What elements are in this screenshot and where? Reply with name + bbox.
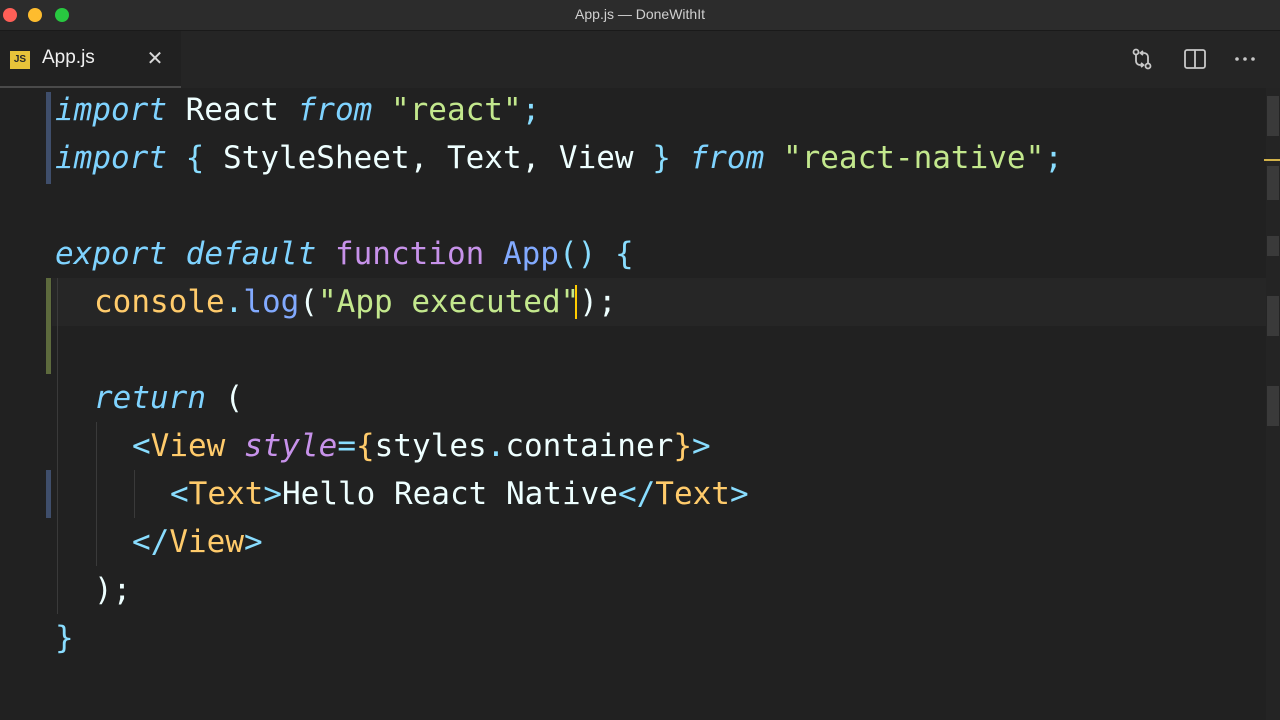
code-line-12: } (55, 620, 74, 656)
gutter-modified-marker (46, 92, 51, 184)
split-editor-icon[interactable] (1182, 46, 1208, 72)
gutter-modified-marker (46, 470, 51, 518)
code-editor[interactable]: import React from "react"; import { Styl… (0, 88, 1266, 720)
code-line-11: ); (94, 572, 132, 608)
overview-ruler-mark (1267, 236, 1279, 256)
code-line-5: console.log("App executed"); (94, 284, 617, 320)
title-bar: App.js — DoneWithIt (0, 0, 1280, 31)
overview-ruler-mark (1267, 96, 1279, 136)
code-line-1: import React from "react"; (55, 92, 541, 128)
code-line-4: export default function App() { (55, 236, 634, 272)
overview-ruler-mark (1267, 166, 1279, 200)
overview-ruler-mark (1267, 296, 1279, 336)
code-line-9: <Text>Hello React Native</Text> (170, 476, 749, 512)
text-cursor (575, 285, 577, 319)
window-title: App.js — DoneWithIt (575, 6, 705, 22)
code-line-10: </View> (132, 524, 263, 560)
javascript-file-icon: JS (10, 51, 30, 69)
indent-guide (134, 470, 135, 518)
editor-window: App.js — DoneWithIt JS App.js ✕ import R… (0, 0, 1280, 720)
code-line-7: return ( (94, 380, 244, 416)
git-compare-icon[interactable] (1129, 46, 1155, 72)
tab-label: App.js (42, 47, 95, 68)
tab-close-icon[interactable]: ✕ (145, 47, 165, 69)
overview-ruler-cursor (1264, 159, 1280, 161)
tab-bar: JS App.js ✕ (0, 31, 1280, 88)
more-actions-icon[interactable] (1232, 46, 1258, 72)
gutter-added-marker (46, 278, 51, 374)
tab-app-js[interactable]: JS App.js ✕ (0, 31, 181, 88)
overview-ruler-mark (1267, 386, 1279, 426)
code-line-8: <View style={styles.container}> (132, 428, 711, 464)
indent-guide (57, 278, 58, 614)
code-line-2: import { StyleSheet, Text, View } from "… (55, 140, 1063, 176)
indent-guide (96, 422, 97, 566)
